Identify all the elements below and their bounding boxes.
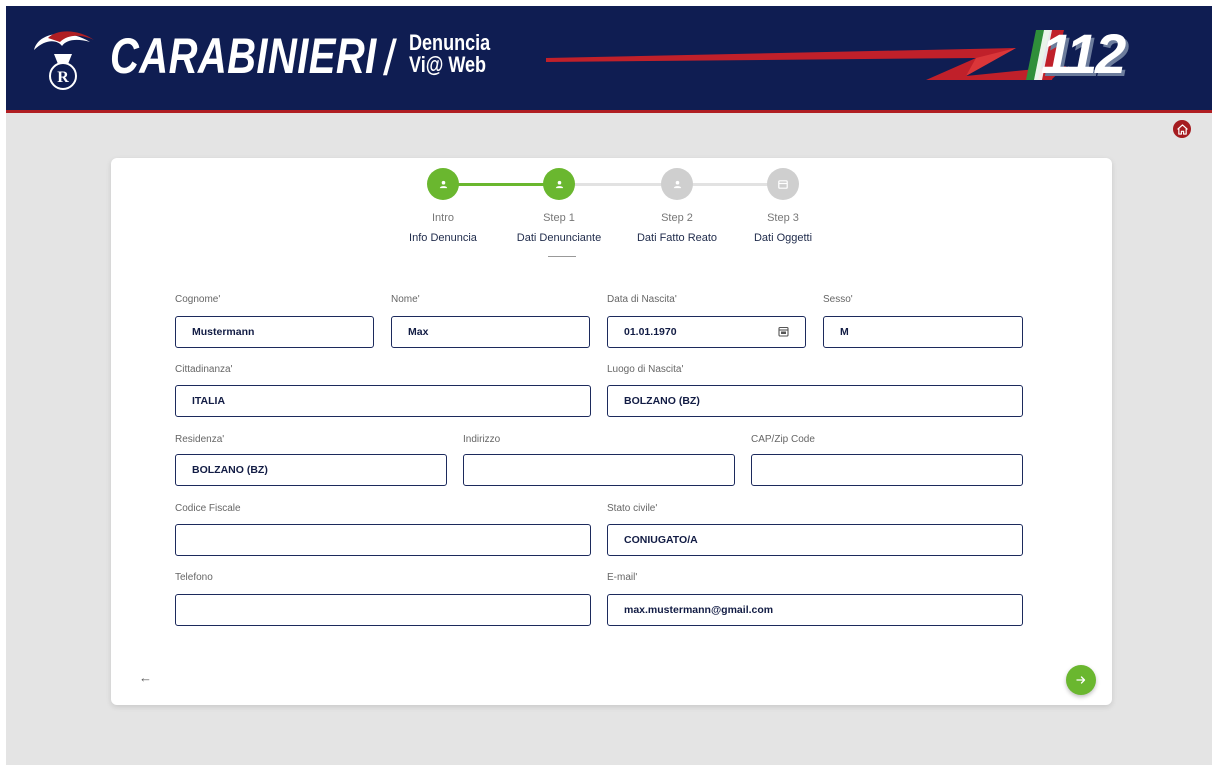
cittadinanza-value: ITALIA bbox=[192, 395, 226, 407]
telefono-input[interactable] bbox=[175, 594, 591, 626]
brand-product-line1: Denuncia bbox=[409, 30, 491, 55]
brand-product-line2: Vi@ Web bbox=[409, 52, 487, 77]
codice-fiscale-input[interactable] bbox=[175, 524, 591, 556]
nome-label: Nome' bbox=[391, 294, 420, 305]
step-2-circle[interactable] bbox=[661, 168, 693, 200]
sesso-label: Sesso' bbox=[823, 294, 853, 305]
home-button[interactable] bbox=[1173, 120, 1191, 138]
cap-label: CAP/Zip Code bbox=[751, 434, 815, 445]
step-intro-circle[interactable] bbox=[427, 168, 459, 200]
cognome-label: Cognome' bbox=[175, 294, 221, 305]
header-banner: R CARABINIERI / Denuncia Vi@ Web 112 bbox=[6, 6, 1212, 113]
residenza-label: Residenza' bbox=[175, 434, 225, 445]
back-button[interactable]: ← bbox=[139, 670, 152, 685]
luogo-nascita-input[interactable]: BOLZANO (BZ) bbox=[607, 385, 1023, 417]
sesso-select[interactable]: M bbox=[823, 316, 1023, 348]
indirizzo-input[interactable] bbox=[463, 454, 735, 486]
stato-civile-value: CONIUGATO/A bbox=[624, 534, 698, 546]
user-icon bbox=[673, 180, 681, 188]
emergency-number: 112 bbox=[1041, 22, 1126, 85]
home-icon bbox=[1176, 123, 1188, 135]
brand-product: Denuncia Vi@ Web bbox=[409, 32, 490, 76]
brand-title: CARABINIERI bbox=[110, 28, 377, 84]
data-nascita-label: Data di Nascita' bbox=[607, 294, 677, 305]
indirizzo-label: Indirizzo bbox=[463, 434, 501, 445]
sesso-value: M bbox=[840, 326, 849, 338]
stepper-line-completed bbox=[443, 183, 559, 186]
user-icon bbox=[555, 180, 563, 188]
cognome-value: Mustermann bbox=[192, 326, 255, 338]
step-3-circle[interactable] bbox=[767, 168, 799, 200]
stato-civile-select[interactable]: CONIUGATO/A bbox=[607, 524, 1023, 556]
step-3-title: Step 3 bbox=[767, 212, 799, 224]
card-icon bbox=[778, 179, 788, 189]
form-card: Intro Info Denuncia Step 1 Dati Denuncia… bbox=[111, 158, 1112, 705]
cittadinanza-label: Cittadinanza' bbox=[175, 364, 233, 375]
brand-divider: / bbox=[383, 30, 397, 86]
cognome-input[interactable]: Mustermann bbox=[175, 316, 374, 348]
step-3-subtitle: Dati Oggetti bbox=[753, 232, 813, 244]
svg-text:R: R bbox=[57, 69, 69, 86]
email-input[interactable]: max.mustermann@gmail.com bbox=[607, 594, 1023, 626]
email-label: E-mail' bbox=[607, 572, 638, 583]
cittadinanza-input[interactable]: ITALIA bbox=[175, 385, 591, 417]
luogo-nascita-label: Luogo di Nascita' bbox=[607, 364, 684, 375]
codice-fiscale-label: Codice Fiscale bbox=[175, 503, 241, 514]
luogo-nascita-value: BOLZANO (BZ) bbox=[624, 395, 700, 407]
telefono-label: Telefono bbox=[175, 572, 213, 583]
nome-input[interactable]: Max bbox=[391, 316, 590, 348]
active-step-indicator bbox=[548, 256, 576, 257]
calendar-icon[interactable] bbox=[778, 326, 789, 337]
header-swoosh bbox=[546, 48, 1066, 80]
email-value: max.mustermann@gmail.com bbox=[624, 604, 774, 616]
residenza-value: BOLZANO (BZ) bbox=[192, 464, 268, 476]
stato-civile-label: Stato civile' bbox=[607, 503, 658, 514]
data-nascita-value: 01.01.1970 bbox=[624, 326, 677, 338]
data-nascita-input[interactable]: 01.01.1970 bbox=[607, 316, 806, 348]
step-1-circle[interactable] bbox=[543, 168, 575, 200]
residenza-input[interactable]: BOLZANO (BZ) bbox=[175, 454, 447, 486]
nome-value: Max bbox=[408, 326, 429, 338]
user-icon bbox=[439, 180, 447, 188]
app-container: R CARABINIERI / Denuncia Vi@ Web 112 Int… bbox=[6, 6, 1212, 765]
carabinieri-emblem-icon: R bbox=[34, 31, 94, 90]
next-button[interactable] bbox=[1066, 665, 1096, 695]
arrow-right-icon bbox=[1076, 676, 1086, 684]
cap-input[interactable] bbox=[751, 454, 1023, 486]
